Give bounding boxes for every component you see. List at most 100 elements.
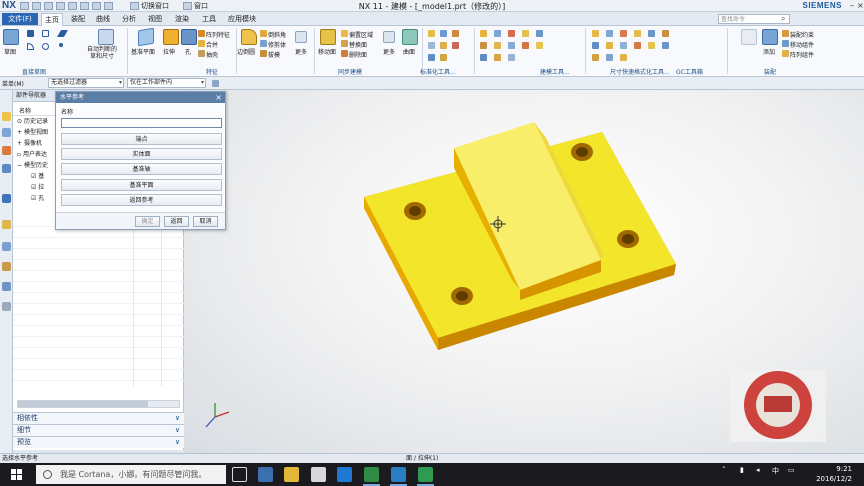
move-face-icon[interactable] bbox=[320, 29, 336, 45]
input-method-icon[interactable]: 中 bbox=[772, 466, 779, 476]
dim-tool-icon-4[interactable] bbox=[634, 30, 641, 37]
horizontal-scrollbar[interactable] bbox=[17, 400, 180, 408]
move-component-icon[interactable] bbox=[782, 40, 789, 47]
tab-assembly[interactable]: 装配 bbox=[68, 13, 88, 26]
model-tool-icon-13[interactable] bbox=[508, 54, 515, 61]
nav-row-model-history[interactable]: − 模型历史 bbox=[17, 161, 48, 171]
type-filter-dropdown[interactable]: 无选择过滤器 ▾ bbox=[48, 78, 124, 88]
graphics-window[interactable] bbox=[184, 90, 864, 453]
move-face-button[interactable]: 移动面 bbox=[318, 47, 336, 56]
datum-plane-button[interactable]: 基准平面 bbox=[131, 47, 155, 56]
unite-button[interactable]: 合并 bbox=[206, 40, 218, 49]
draft-button[interactable]: 拔模 bbox=[268, 50, 280, 59]
more-features-icon[interactable] bbox=[295, 31, 307, 43]
assembly-constraint-icon[interactable] bbox=[782, 30, 789, 37]
delete-face-button[interactable]: 删除面 bbox=[349, 50, 367, 59]
model-tool-icon-9[interactable] bbox=[522, 42, 529, 49]
std-tool-icon-7[interactable] bbox=[428, 54, 435, 61]
ok-button[interactable]: 确定 bbox=[135, 216, 160, 227]
store-icon[interactable] bbox=[311, 467, 326, 482]
part-navigator-icon[interactable] bbox=[2, 112, 11, 121]
nav-row-feature-datum[interactable]: ☑ 基 bbox=[31, 172, 44, 182]
app-icon-1[interactable] bbox=[258, 467, 273, 482]
dim-tool-icon-8[interactable] bbox=[606, 42, 613, 49]
tab-home[interactable]: 主页 bbox=[41, 13, 63, 26]
cancel-button[interactable]: 取消 bbox=[193, 216, 218, 227]
nav-row-cameras[interactable]: + 摄像机 bbox=[17, 139, 42, 149]
add-component-icon[interactable] bbox=[762, 29, 778, 45]
dialog-title-bar[interactable]: 水平参考 × bbox=[56, 92, 225, 103]
trim-body-button[interactable]: 修剪体 bbox=[268, 40, 286, 49]
datum-axis-button[interactable]: 基准轴 bbox=[61, 163, 222, 175]
dim-tool-icon-14[interactable] bbox=[606, 54, 613, 61]
model-tool-icon-7[interactable] bbox=[494, 42, 501, 49]
rapid-dimension-button[interactable]: 自动判断的 草和尺寸 bbox=[87, 46, 117, 60]
more-sync-icon[interactable] bbox=[383, 31, 395, 43]
endpoint-button[interactable]: 端点 bbox=[61, 133, 222, 145]
dim-tool-icon-9[interactable] bbox=[620, 42, 627, 49]
offset-region-button[interactable]: 偏置区域 bbox=[349, 30, 373, 39]
nav-row-feature-hole[interactable]: ☑ 孔 bbox=[31, 194, 44, 204]
menu-button[interactable]: 菜单(M) bbox=[2, 79, 24, 88]
nav-row-user-expressions[interactable]: ▫ 用户表达 bbox=[17, 150, 47, 160]
chamfer-button[interactable]: 倒斜角 bbox=[268, 30, 286, 39]
tab-applications[interactable]: 应用模块 bbox=[225, 13, 259, 26]
model-tool-icon-10[interactable] bbox=[536, 42, 543, 49]
reuse-library-icon[interactable] bbox=[2, 164, 11, 173]
dim-tool-icon-7[interactable] bbox=[592, 42, 599, 49]
shell-button[interactable]: 抽壳 bbox=[206, 50, 218, 59]
selection-scope-dropdown[interactable]: 仅在工作部件内 ▾ bbox=[127, 78, 206, 88]
dim-tool-icon-1[interactable] bbox=[592, 30, 599, 37]
name-input[interactable] bbox=[61, 118, 222, 128]
pattern-component-button[interactable]: 阵列组件 bbox=[790, 50, 814, 59]
section-dependencies[interactable]: 相依性 ∨ bbox=[13, 412, 184, 424]
tab-curve[interactable]: 曲线 bbox=[93, 13, 113, 26]
datum-plane-button[interactable]: 基准平面 bbox=[61, 179, 222, 191]
dim-tool-icon-11[interactable] bbox=[648, 42, 655, 49]
recorder-icon[interactable] bbox=[418, 467, 433, 482]
extrude-icon[interactable] bbox=[163, 29, 179, 45]
network-icon[interactable]: ▮ bbox=[740, 466, 744, 474]
minimize-icon[interactable]: – bbox=[850, 1, 854, 10]
pattern-feature-icon[interactable] bbox=[198, 30, 205, 37]
rectangle-icon[interactable] bbox=[42, 30, 49, 37]
nav-row-model-views[interactable]: + 模型视图 bbox=[17, 128, 48, 138]
surface-icon[interactable] bbox=[402, 29, 418, 45]
more-sync-button[interactable]: 更多 bbox=[383, 47, 395, 56]
edge-blend-button[interactable]: 边倒圆 bbox=[237, 47, 255, 56]
chamfer-icon[interactable] bbox=[260, 30, 267, 37]
hole-button[interactable]: 孔 bbox=[185, 47, 191, 56]
replace-face-icon[interactable] bbox=[341, 40, 348, 47]
surface-button[interactable]: 曲面 bbox=[403, 47, 415, 56]
system-materials-icon[interactable] bbox=[2, 242, 11, 251]
more-features-button[interactable]: 更多 bbox=[295, 47, 307, 56]
model-tool-icon-4[interactable] bbox=[522, 30, 529, 37]
model-tool-icon-11[interactable] bbox=[480, 54, 487, 61]
section-details[interactable]: 细节 ∨ bbox=[13, 424, 184, 436]
keyboard-icon[interactable]: ▭ bbox=[788, 466, 795, 474]
camtasia-icon[interactable] bbox=[364, 467, 379, 482]
assembly-constraint-button[interactable]: 装配约束 bbox=[790, 30, 814, 39]
circle-icon[interactable] bbox=[42, 43, 49, 50]
system-scenes-icon[interactable] bbox=[2, 302, 11, 311]
point-icon[interactable] bbox=[59, 43, 63, 47]
std-tool-icon-3[interactable] bbox=[452, 30, 459, 37]
model-tool-icon-12[interactable] bbox=[494, 54, 501, 61]
std-tool-icon-4[interactable] bbox=[428, 42, 435, 49]
replace-face-button[interactable]: 替换面 bbox=[349, 40, 367, 49]
constraint-navigator-icon[interactable] bbox=[2, 146, 11, 155]
model-tool-icon-5[interactable] bbox=[536, 30, 543, 37]
std-tool-icon-2[interactable] bbox=[440, 30, 447, 37]
nav-row-feature-extrude[interactable]: ☑ 拉 bbox=[31, 183, 44, 193]
close-icon[interactable]: × bbox=[215, 92, 222, 103]
datum-plane-icon[interactable] bbox=[138, 27, 154, 47]
dim-tool-icon-6[interactable] bbox=[662, 30, 669, 37]
solid-face-button[interactable]: 实体面 bbox=[61, 148, 222, 160]
dim-tool-icon-2[interactable] bbox=[606, 30, 613, 37]
line-icon[interactable] bbox=[56, 30, 69, 37]
command-search-input[interactable]: 查找命令 bbox=[718, 14, 790, 24]
reverse-reference-button[interactable]: 返回参考 bbox=[61, 194, 222, 206]
pattern-feature-button[interactable]: 阵列特征 bbox=[206, 30, 230, 39]
dim-tool-icon-5[interactable] bbox=[648, 30, 655, 37]
model-tool-icon-2[interactable] bbox=[494, 30, 501, 37]
